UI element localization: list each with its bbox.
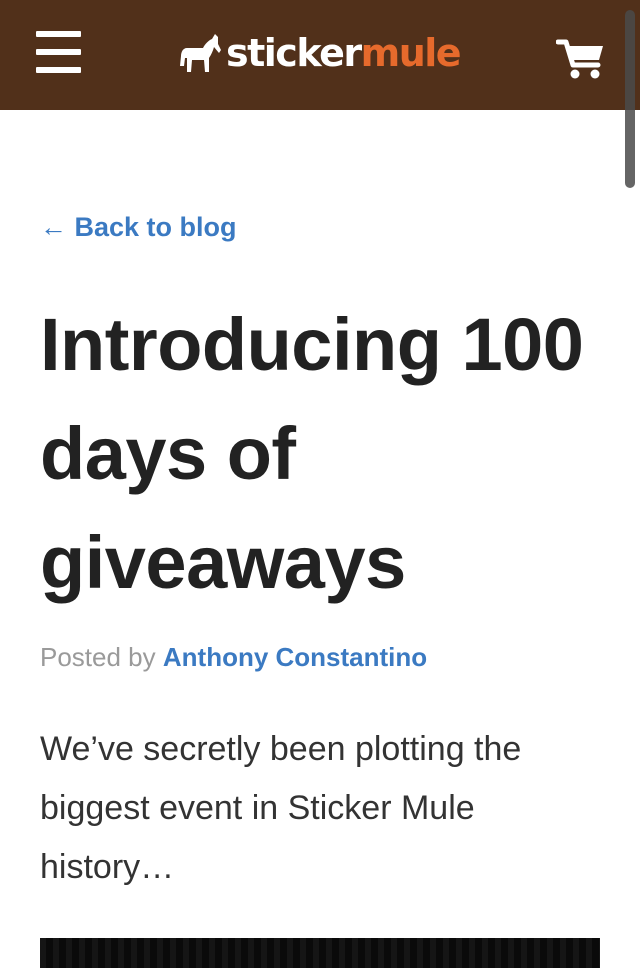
byline-prefix: Posted by (40, 642, 156, 672)
article-hero-image (40, 938, 600, 968)
sticker-mule-logo[interactable]: sticker mule (178, 28, 462, 78)
article-title: Introducing 100 days of giveaways (40, 303, 584, 604)
shopping-cart-icon[interactable] (555, 37, 606, 79)
mule-icon (180, 34, 221, 72)
back-to-blog-link[interactable]: ← Back to blog (40, 212, 237, 243)
author-link[interactable]: Anthony Constantino (163, 642, 427, 672)
site-header: sticker mule (0, 0, 640, 110)
article-intro: We’ve secretly been plotting the biggest… (40, 730, 522, 886)
article-byline: Posted by Anthony Constantino (40, 642, 427, 673)
logo-text-mule: mule (360, 31, 462, 75)
hamburger-menu-icon[interactable] (36, 31, 81, 73)
logo-text-sticker: sticker (226, 31, 362, 75)
page-scrollbar[interactable] (625, 10, 635, 188)
